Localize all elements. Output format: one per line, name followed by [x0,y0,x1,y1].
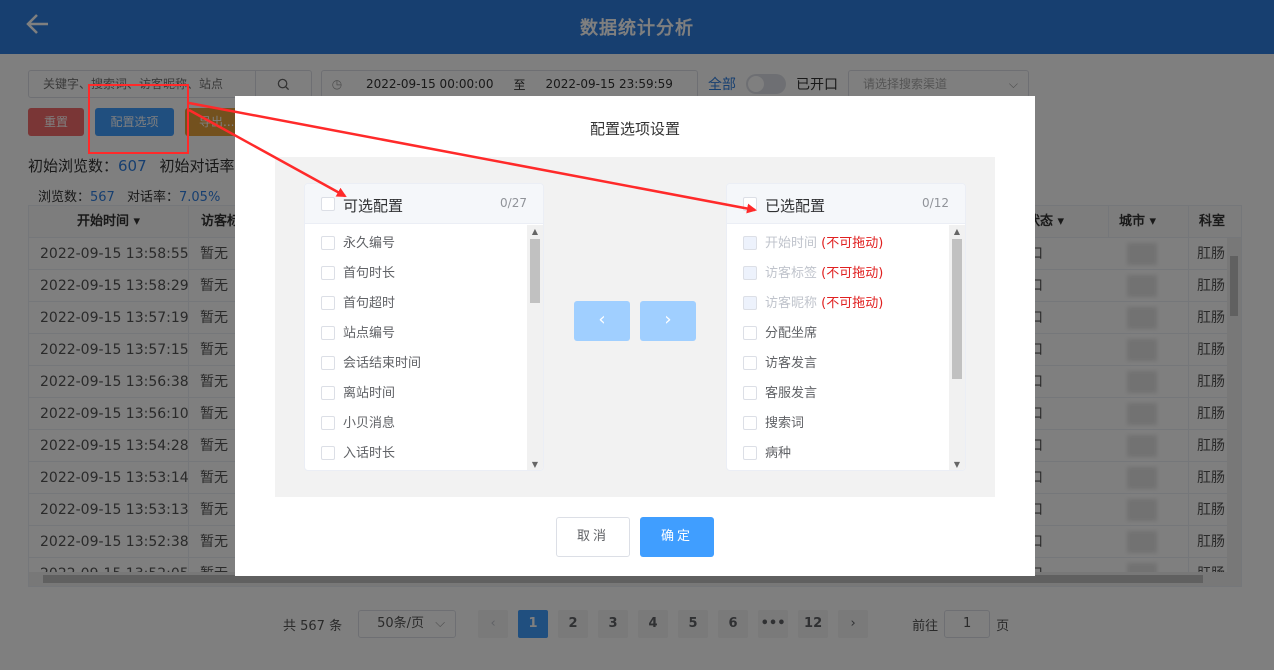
available-select-all-checkbox[interactable] [321,197,335,211]
available-list: 永久编号首句时长首句超时站点编号会话结束时间 离站时间小贝消息入话时长 [305,225,543,470]
item-checkbox[interactable] [321,355,335,370]
item-checkbox[interactable] [743,325,757,340]
scroll-down-icon[interactable]: ▼ [949,460,965,469]
item-checkbox [743,295,757,310]
available-item[interactable]: 会话结束时间 [321,349,421,379]
selected-panel-header: 已选配置 0/12 [727,184,965,224]
selected-scrollbar[interactable]: ▲ ▼ [949,225,965,470]
selected-item[interactable]: 访客发言 [743,349,817,379]
item-label: 入话时长 [343,446,396,461]
item-checkbox[interactable] [743,445,757,460]
item-label: 会话结束时间 [343,356,422,371]
cancel-button[interactable]: 取消 [556,517,630,557]
selected-list: 开始时间 (不可拖动) 访客标签 (不可拖动) 访客昵称 (不可拖动) 分配坐席 访客发… [727,225,965,470]
available-scrollbar[interactable]: ▲ ▼ [527,225,543,470]
item-label: 离站时间 [343,386,396,401]
item-checkbox[interactable] [743,355,757,370]
item-label: 小贝消息 [343,416,396,431]
selected-panel: 已选配置 0/12 开始时间 (不可拖动) 访客标签 (不可拖动) 访客昵称 (不可… [726,183,966,471]
selected-count: 0/12 [922,196,949,210]
item-checkbox [743,235,757,250]
not-draggable-note: (不可拖动) [817,296,884,311]
dialog-title: 配置选项设置 [589,120,680,138]
not-draggable-note: (不可拖动) [817,266,884,281]
scroll-up-icon[interactable]: ▲ [949,227,965,236]
annotation-highlight-box [88,84,189,154]
item-checkbox[interactable] [321,235,335,250]
item-label: 开始时间 [765,236,818,251]
available-panel: 可选配置 0/27 永久编号首句时长首句超时站点编号会话结束时间 离站时间小贝消息… [304,183,544,471]
available-item[interactable]: 站点编号 [321,319,395,349]
available-panel-title: 可选配置 [343,197,404,215]
item-label: 访客标签 [765,266,818,281]
selected-item[interactable]: 搜索词 [743,409,804,439]
item-checkbox[interactable] [321,265,335,280]
item-label: 访客发言 [765,356,818,371]
item-label: 分配坐席 [765,326,818,341]
item-label: 首句时长 [343,266,396,281]
selected-item: 开始时间 (不可拖动) [743,229,883,259]
item-checkbox[interactable] [321,295,335,310]
scroll-down-icon[interactable]: ▼ [527,460,543,469]
move-left-button[interactable]: ‹ [574,301,630,341]
item-label: 首句超时 [343,296,396,311]
item-checkbox [743,265,757,280]
item-checkbox[interactable] [321,415,335,430]
available-panel-header: 可选配置 0/27 [305,184,543,224]
confirm-button[interactable]: 确定 [640,517,714,557]
selected-item[interactable]: 分配坐席 [743,319,817,349]
move-right-button[interactable]: › [640,301,696,341]
item-checkbox[interactable] [743,415,757,430]
selected-item[interactable]: 病种 [743,439,791,469]
item-label: 访客昵称 [765,296,818,311]
selected-item[interactable]: 客服发言 [743,379,817,409]
item-label: 病种 [765,446,792,461]
selected-select-all-checkbox[interactable] [743,197,757,211]
available-item[interactable]: 首句超时 [321,289,395,319]
item-checkbox[interactable] [321,325,335,340]
available-count: 0/27 [500,196,527,210]
available-item[interactable]: 永久编号 [321,229,395,259]
selected-panel-title: 已选配置 [765,197,826,215]
available-item[interactable]: 入话时长 [321,439,395,469]
selected-item: 访客昵称 (不可拖动) [743,289,883,319]
item-label: 客服发言 [765,386,818,401]
not-draggable-note: (不可拖动) [817,236,884,251]
item-checkbox[interactable] [321,385,335,400]
available-item[interactable]: 小贝消息 [321,409,395,439]
available-item[interactable]: 首句时长 [321,259,395,289]
transfer-area: 可选配置 0/27 永久编号首句时长首句超时站点编号会话结束时间 离站时间小贝消息… [275,157,995,497]
item-label: 站点编号 [343,326,396,341]
item-checkbox[interactable] [743,385,757,400]
item-label: 搜索词 [765,416,805,431]
item-checkbox[interactable] [321,445,335,460]
available-item[interactable]: 离站时间 [321,379,395,409]
config-dialog: 配置选项设置 可选配置 0/27 永久编号首句时长首句超时站点编号会话结束时间离… [235,96,1035,576]
scroll-up-icon[interactable]: ▲ [527,227,543,236]
item-label: 永久编号 [343,236,396,251]
selected-item: 访客标签 (不可拖动) [743,259,883,289]
